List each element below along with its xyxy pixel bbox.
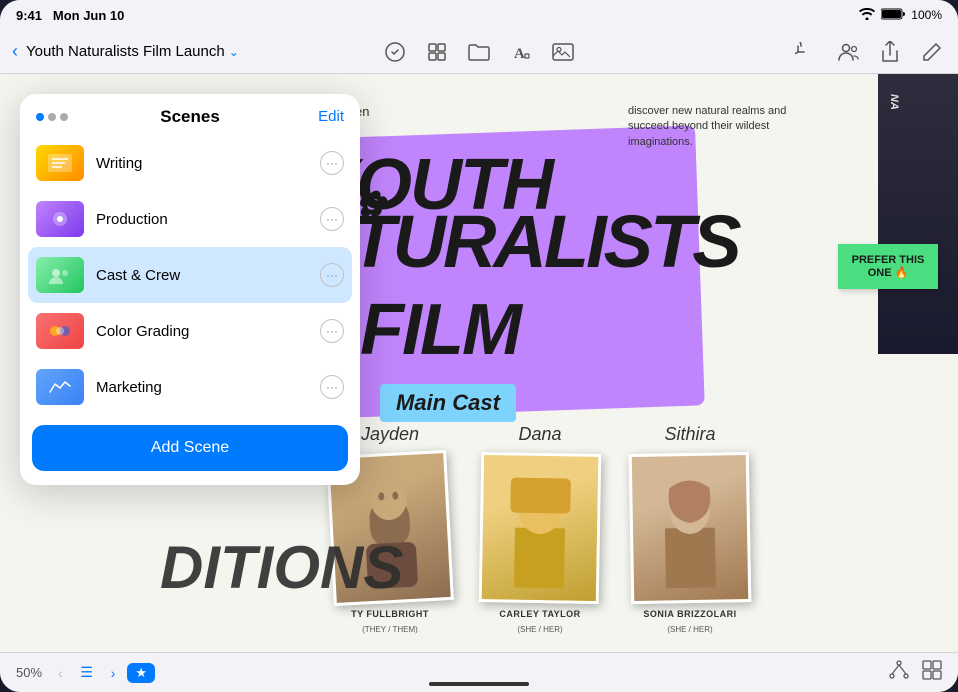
back-button[interactable]: ‹ — [12, 41, 18, 62]
scene-thumb-cast-crew — [36, 257, 84, 293]
svg-text:A: A — [514, 46, 525, 62]
status-right: 100% — [859, 8, 942, 23]
text-icon[interactable]: A — [507, 38, 535, 66]
scene-thumb-marketing — [36, 369, 84, 405]
scene-label-cast-crew: Cast & Crew — [96, 267, 308, 284]
ipad-frame: 9:41 Mon Jun 10 100% ‹ Youth Naturalists… — [0, 0, 958, 692]
scene-thumb-color-grading — [36, 313, 84, 349]
zoom-level: 50% — [16, 665, 42, 680]
toolbar-right — [792, 38, 946, 66]
film-title-film: FILM — [360, 289, 520, 371]
scene-label-color-grading: Color Grading — [96, 323, 308, 340]
scene-item-color-grading[interactable]: Color Grading ··· — [28, 303, 352, 359]
home-indicator — [429, 682, 529, 686]
prev-page-button[interactable]: ‹ — [54, 663, 67, 683]
edit-pencil-icon[interactable] — [918, 38, 946, 66]
undo-icon[interactable] — [792, 38, 820, 66]
battery-icon — [881, 8, 905, 23]
dot-1 — [36, 113, 44, 121]
scene-more-marketing[interactable]: ··· — [320, 375, 344, 399]
scene-item-production[interactable]: Production ··· — [28, 191, 352, 247]
scene-item-writing[interactable]: Writing ··· — [28, 135, 352, 191]
hierarchy-icon[interactable] — [888, 660, 910, 685]
scene-label-writing: Writing — [96, 155, 308, 172]
scene-thumb-production — [36, 201, 84, 237]
status-time: 9:41 Mon Jun 10 — [16, 8, 124, 23]
sticky-note: PREFER THIS ONE 🔥 — [838, 244, 938, 289]
bottom-right — [888, 660, 942, 685]
scene-more-color-grading[interactable]: ··· — [320, 319, 344, 343]
grid-view-icon[interactable] — [922, 660, 942, 685]
panel-dots — [36, 113, 68, 121]
canvas-area: PORTALGRAPHICS CAMERA: MACRO LENS STEADY… — [0, 74, 958, 652]
cast-item-2: Dana CARLEY TAYLOR (SHE / HER) — [480, 424, 600, 634]
star-icon: ★ — [135, 665, 147, 681]
main-cast-label: Main Cast — [380, 384, 516, 422]
cast-container: Jayden TY FULLBRIGHT — [330, 424, 750, 634]
scenes-header: Scenes Edit — [20, 94, 360, 135]
auditions-partial-text: DITIONS — [160, 533, 403, 602]
share-icon[interactable] — [876, 38, 904, 66]
scene-label-marketing: Marketing — [96, 379, 308, 396]
scenes-panel: Scenes Edit Writing ··· — [20, 94, 360, 485]
scene-more-production[interactable]: ··· — [320, 207, 344, 231]
folder-icon[interactable] — [465, 38, 493, 66]
next-page-button[interactable]: › — [107, 663, 120, 683]
nav-arrows: ‹ ☰ › — [54, 661, 119, 685]
annotate-icon[interactable] — [381, 38, 409, 66]
scene-more-cast-crew[interactable]: ··· — [320, 263, 344, 287]
image-icon[interactable] — [549, 38, 577, 66]
doc-title-text: Youth Naturalists Film Launch — [26, 43, 225, 60]
doc-title: Youth Naturalists Film Launch ⌄ — [26, 43, 239, 60]
scene-item-cast-crew[interactable]: Cast & Crew ··· — [28, 247, 352, 303]
scene-item-marketing[interactable]: Marketing ··· — [28, 359, 352, 415]
doc-dropdown-arrow[interactable]: ⌄ — [229, 45, 239, 59]
discover-text: discover new natural realms and succeed … — [628, 104, 808, 150]
wifi-icon — [859, 8, 875, 23]
list-view-button[interactable]: ☰ — [75, 661, 99, 685]
toolbar: ‹ Youth Naturalists Film Launch ⌄ A — [0, 30, 958, 74]
canvas-bg: PORTALGRAPHICS CAMERA: MACRO LENS STEADY… — [0, 74, 958, 652]
scene-thumb-writing — [36, 145, 84, 181]
scenes-edit-button[interactable]: Edit — [318, 108, 344, 125]
dot-2 — [48, 113, 56, 121]
scene-more-writing[interactable]: ··· — [320, 151, 344, 175]
cast-item-3: Sithira SONIA BRIZZOLARI (SHE / HER) — [630, 424, 750, 634]
dot-3 — [60, 113, 68, 121]
add-scene-button[interactable]: Add Scene — [32, 425, 348, 471]
people-icon[interactable] — [834, 38, 862, 66]
scenes-list: Writing ··· Production ··· — [20, 135, 360, 415]
bottom-bar: 50% ‹ ☰ › ★ — [0, 652, 958, 692]
scene-label-production: Production — [96, 211, 308, 228]
scenes-title: Scenes — [160, 107, 220, 127]
battery-percent: 100% — [911, 8, 942, 22]
status-bar: 9:41 Mon Jun 10 100% — [0, 0, 958, 30]
layout-icon[interactable] — [423, 38, 451, 66]
star-badge[interactable]: ★ — [127, 663, 155, 683]
